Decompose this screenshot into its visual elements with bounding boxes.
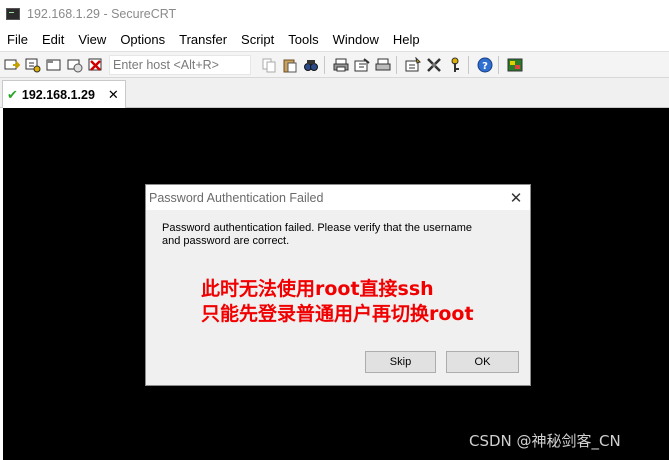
global-options-icon[interactable] <box>425 56 443 74</box>
connect-icon[interactable] <box>3 56 21 74</box>
menu-bar: File Edit View Options Transfer Script T… <box>0 28 669 50</box>
connect-in-tab-icon[interactable] <box>45 56 63 74</box>
dialog-close-icon[interactable]: ✕ <box>502 185 530 210</box>
menu-window[interactable]: Window <box>326 32 386 47</box>
disconnect-icon[interactable] <box>87 56 105 74</box>
toolbar-separator <box>498 55 499 74</box>
menu-view[interactable]: View <box>71 32 113 47</box>
dialog-title-bar: Password Authentication Failed ✕ <box>146 185 530 210</box>
close-tab-icon[interactable]: ✕ <box>108 87 119 103</box>
session-tab-bar: ✔ 192.168.1.29 ✕ <box>0 78 669 108</box>
window-title: 192.168.1.29 - SecureCRT <box>27 7 177 21</box>
red-annotation: 此时无法使用root直接ssh 只能先登录普通用户再切换root <box>201 277 474 327</box>
dialog-message-line: and password are correct. <box>162 235 290 247</box>
dialog-message: Password authentication failed. Please v… <box>162 222 492 248</box>
print-selection-icon[interactable] <box>353 56 371 74</box>
print-icon[interactable] <box>332 56 350 74</box>
menu-script[interactable]: Script <box>234 32 281 47</box>
session-tab[interactable]: ✔ 192.168.1.29 ✕ <box>2 80 126 108</box>
menu-edit[interactable]: Edit <box>35 32 71 47</box>
menu-options[interactable]: Options <box>113 32 172 47</box>
csdn-watermark: CSDN @神秘剑客_CN <box>469 432 621 450</box>
annotation-line: 只能先登录普通用户再切换root <box>201 303 474 325</box>
find-icon[interactable] <box>302 56 320 74</box>
help-icon[interactable]: ? <box>476 56 494 74</box>
menu-tools[interactable]: Tools <box>281 32 325 47</box>
svg-text:?: ? <box>482 61 488 72</box>
print-screen-icon[interactable] <box>374 56 392 74</box>
reconnect-icon[interactable] <box>66 56 84 74</box>
securecrt-app-icon <box>6 8 20 20</box>
session-tab-label: 192.168.1.29 <box>21 87 95 102</box>
password-auth-failed-dialog: Password Authentication Failed ✕ Passwor… <box>145 184 531 386</box>
copy-icon[interactable] <box>260 56 278 74</box>
paste-icon[interactable] <box>281 56 299 74</box>
toolbar-separator <box>324 55 325 74</box>
ok-button[interactable]: OK <box>446 351 519 373</box>
securecrt-window: 192.168.1.29 - SecureCRT File Edit View … <box>0 0 669 460</box>
keymap-icon[interactable] <box>446 56 464 74</box>
dialog-title: Password Authentication Failed <box>149 190 324 205</box>
dialog-message-line: Password authentication failed. Please v… <box>162 222 473 234</box>
quick-connect-icon[interactable] <box>24 56 42 74</box>
toolbar-separator <box>396 55 397 74</box>
toolbar-separator <box>468 55 469 74</box>
connected-check-icon: ✔ <box>7 86 18 102</box>
skip-button[interactable]: Skip <box>365 351 436 373</box>
toolbar: ? <box>0 51 669 78</box>
title-bar: 192.168.1.29 - SecureCRT <box>0 0 669 28</box>
menu-help[interactable]: Help <box>386 32 427 47</box>
enter-host-input[interactable] <box>109 54 251 75</box>
annotation-line: 此时无法使用root直接ssh <box>201 278 434 300</box>
menu-transfer[interactable]: Transfer <box>172 32 234 47</box>
sftp-icon[interactable] <box>506 56 524 74</box>
session-options-icon[interactable] <box>404 56 422 74</box>
menu-file[interactable]: File <box>0 32 35 47</box>
